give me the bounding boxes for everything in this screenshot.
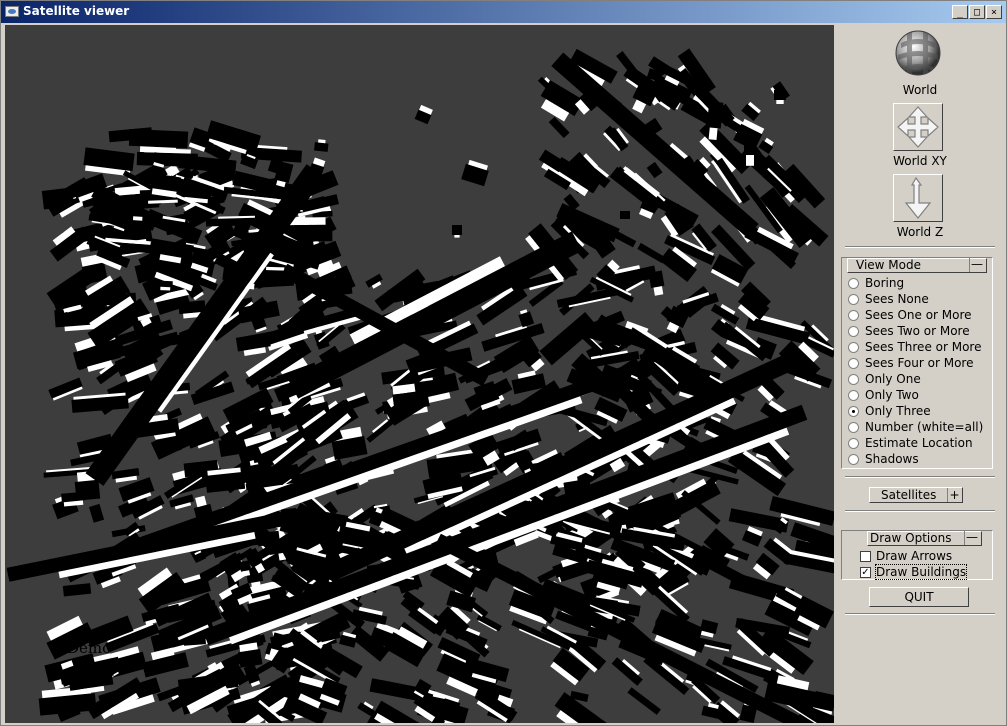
building-shape: [774, 90, 786, 100]
view-mode-header[interactable]: View Mode —: [847, 258, 987, 273]
map-viewport[interactable]: Demo: [5, 25, 834, 723]
separator: [845, 246, 995, 248]
world-button[interactable]: [893, 29, 943, 77]
view-mode-option-label: Estimate Location: [865, 436, 973, 450]
building-shape: [392, 391, 419, 413]
app-window: Satellite viewer _ □ × Demo World World …: [0, 0, 1007, 726]
world-z-button[interactable]: [893, 174, 943, 222]
collapse-icon[interactable]: —: [969, 258, 984, 272]
radio-button[interactable]: [848, 374, 859, 385]
view-mode-option-label: Sees None: [865, 292, 929, 306]
draw-options-header[interactable]: Draw Options —: [867, 531, 982, 546]
satellites-header[interactable]: Satellites +: [869, 487, 963, 503]
building-shape: [74, 479, 101, 501]
building-shape: [627, 687, 661, 715]
title-bar[interactable]: Satellite viewer _ □ ×: [1, 1, 1006, 23]
view-mode-option-label: Sees Two or More: [865, 324, 970, 338]
window-title: Satellite viewer: [23, 4, 130, 18]
building-shape: [706, 101, 724, 129]
building-shape: [653, 286, 664, 296]
building-shape: [454, 235, 460, 238]
globe-icon: [895, 30, 941, 76]
quit-button[interactable]: QUIT: [869, 587, 969, 607]
view-mode-title: View Mode: [856, 258, 921, 272]
building-shape: [648, 270, 665, 288]
draw-buildings-label: Draw Buildings: [874, 564, 968, 580]
radio-button[interactable]: [848, 326, 859, 337]
view-mode-option-label: Boring: [865, 276, 905, 290]
world-label: World: [902, 83, 938, 97]
separator: [845, 476, 995, 478]
view-mode-group: View Mode — Boring Sees None Sees One or M…: [841, 257, 993, 469]
checkbox-box[interactable]: ✓: [860, 567, 871, 578]
view-mode-option-label: Sees Four or More: [865, 356, 974, 370]
view-mode-option-label: Sees Three or More: [865, 340, 982, 354]
building-shape: [620, 211, 630, 219]
expand-icon[interactable]: +: [947, 488, 961, 502]
draw-arrows-label: Draw Arrows: [876, 549, 953, 563]
world-z-label: World Z: [896, 225, 944, 239]
draw-options-group: Draw Options — Draw Arrows ✓ Draw Buildi…: [841, 530, 993, 580]
building-shape: [548, 116, 570, 139]
view-mode-option-label: Only One: [865, 372, 921, 386]
view-mode-option-label: Shadows: [865, 452, 919, 466]
separator: [845, 510, 995, 512]
building-shape: [263, 266, 285, 271]
radio-button[interactable]: [848, 342, 859, 353]
satellites-title: Satellites: [881, 488, 937, 502]
demo-watermark: Demo: [67, 639, 112, 657]
radio-button[interactable]: [848, 294, 859, 305]
building-map-canvas: [6, 48, 834, 723]
view-mode-option-label: Only Three: [865, 404, 931, 418]
radio-button[interactable]: [848, 454, 859, 465]
building-shape: [746, 155, 754, 166]
radio-button[interactable]: [848, 358, 859, 369]
radio-button[interactable]: [848, 310, 859, 321]
building-shape: [235, 332, 271, 352]
building-shape: [452, 225, 462, 235]
building-shape: [160, 286, 171, 291]
building-shape: [158, 280, 173, 288]
building-shape: [776, 100, 784, 104]
radio-button[interactable]: [848, 438, 859, 449]
radio-button[interactable]: [848, 422, 859, 433]
building-shape: [476, 613, 502, 632]
maximize-button[interactable]: □: [969, 5, 985, 19]
world-xy-label: World XY: [893, 154, 947, 168]
building-shape: [89, 503, 105, 523]
minimize-button[interactable]: _: [952, 5, 968, 19]
world-xy-button[interactable]: [893, 103, 943, 151]
view-mode-option-label: Sees One or More: [865, 308, 972, 322]
separator: [845, 613, 995, 615]
building-shape: [129, 220, 145, 231]
control-panel: World World XY World Z View Mode — Borin…: [835, 25, 1005, 723]
close-button[interactable]: ×: [986, 5, 1002, 19]
building-shape: [62, 583, 92, 597]
app-icon: [5, 6, 19, 17]
building-shape: [314, 142, 329, 152]
building-shape: [133, 216, 143, 221]
checkbox-box[interactable]: [860, 551, 871, 562]
move-arrows-icon: [897, 106, 939, 148]
collapse-icon[interactable]: —: [964, 531, 979, 545]
radio-button[interactable]: [848, 406, 859, 417]
vertical-arrow-icon: [904, 176, 932, 219]
draw-options-title: Draw Options: [870, 531, 952, 545]
radio-button[interactable]: [848, 278, 859, 289]
radio-button[interactable]: [848, 390, 859, 401]
view-mode-option-label: Number (white=all): [865, 420, 984, 434]
building-shape: [708, 127, 718, 140]
view-mode-option-label: Only Two: [865, 388, 919, 402]
building-shape: [744, 135, 756, 155]
building-shape: [646, 161, 663, 179]
